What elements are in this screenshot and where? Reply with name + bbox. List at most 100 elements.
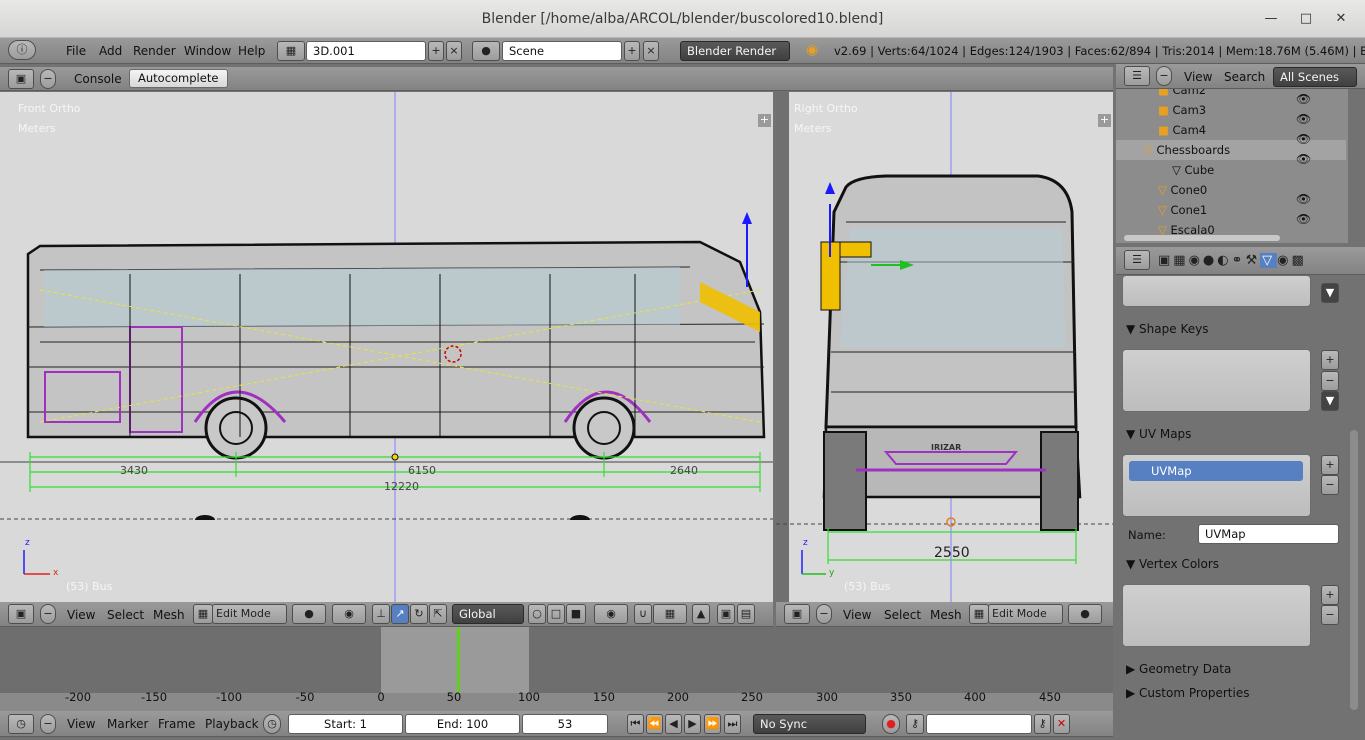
add-shape-key-icon[interactable]: + (1321, 350, 1339, 370)
editor-type-console-icon[interactable]: ▣ (8, 69, 34, 89)
play-reverse-icon[interactable]: ◀ (665, 714, 682, 734)
properties-context-tabs[interactable]: ▣▦◉●◐⚭⚒ ▽ ◉▩ (1158, 250, 1362, 272)
editor-type-3dview-icon[interactable]: ▣ (784, 604, 810, 624)
collapse-menu-icon[interactable]: − (40, 69, 56, 89)
keying-set-field[interactable] (926, 714, 1032, 734)
outliner-row[interactable]: ■ Cam2 (1116, 89, 1346, 100)
add-uv-map-icon[interactable]: + (1321, 455, 1339, 475)
menu-select[interactable]: Select (884, 608, 921, 622)
visibility-eye-icon[interactable]: 👁 👁 👁 👁 👁 👁 (1296, 89, 1311, 243)
editor-type-outliner-icon[interactable]: ☰ (1124, 66, 1150, 86)
render-still-icon[interactable]: ▣ (717, 604, 735, 624)
snap-toggle-icon[interactable]: ∪ (634, 604, 652, 624)
render-engine-select[interactable]: Blender Render (680, 41, 790, 61)
remove-scene-icon[interactable]: × (643, 41, 659, 61)
jump-start-icon[interactable]: ⏮ (627, 714, 644, 734)
remove-uv-map-icon[interactable]: − (1321, 475, 1339, 495)
outliner-row[interactable]: ▽ Chessboards (1116, 140, 1346, 160)
editor-type-timeline-icon[interactable]: ◷ (8, 714, 34, 734)
panel-uv-maps[interactable]: ▼ UV Maps (1116, 423, 1342, 445)
remove-shape-key-icon[interactable]: − (1321, 371, 1339, 391)
vertex-select-icon[interactable]: ○ (528, 604, 546, 624)
auto-keying-record-icon[interactable]: ● (882, 714, 900, 734)
prev-keyframe-icon[interactable]: ⏪ (646, 714, 663, 734)
current-frame-marker[interactable] (457, 627, 460, 693)
properties-scrollbar[interactable] (1350, 430, 1358, 710)
panel-custom-properties[interactable]: ▶ Custom Properties (1116, 682, 1342, 704)
menu-marker[interactable]: Marker (107, 717, 148, 731)
menu-select[interactable]: Select (107, 608, 144, 622)
menu-add[interactable]: Add (99, 44, 122, 58)
tool-shelf-toggle-icon[interactable]: + (758, 114, 771, 127)
shape-keys-list[interactable] (1122, 349, 1311, 412)
menu-view[interactable]: View (1184, 70, 1212, 84)
outliner-row[interactable]: ■ Cam3 (1116, 100, 1346, 120)
menu-view[interactable]: View (843, 608, 871, 622)
translate-manipulator-icon[interactable]: ↗ (391, 604, 409, 624)
screen-layout-field[interactable]: 3D.001 (306, 41, 426, 61)
mode-select[interactable]: Edit Mode (988, 604, 1063, 624)
console-label[interactable]: Console (74, 72, 122, 86)
menu-mesh[interactable]: Mesh (930, 608, 962, 622)
mode-select[interactable]: Edit Mode (212, 604, 287, 624)
outliner-scrollbar[interactable] (1124, 235, 1280, 241)
menu-search[interactable]: Search (1224, 70, 1265, 84)
edit-mode-icon[interactable]: ▦ (193, 604, 213, 624)
keying-set-icon[interactable]: ⚷ (906, 714, 924, 734)
uv-map-name-field[interactable]: UVMap (1198, 524, 1339, 544)
delete-keyframe-icon[interactable]: ✕ (1053, 714, 1070, 734)
viewport-right[interactable]: Right Ortho Meters (53) Bus 2550 IRIZAR … (776, 92, 1113, 602)
insert-keyframe-icon[interactable]: ⚷ (1034, 714, 1051, 734)
manipulator-toggle-icon[interactable]: ⊥ (372, 604, 390, 624)
rotate-manipulator-icon[interactable]: ↻ (410, 604, 428, 624)
collapse-menu-icon[interactable]: − (40, 714, 56, 734)
editor-type-properties-icon[interactable]: ☰ (1124, 250, 1150, 270)
panel-vertex-colors[interactable]: ▼ Vertex Colors (1116, 553, 1342, 575)
autocomplete-button[interactable]: Autocomplete (129, 69, 228, 88)
vertex-colors-list[interactable] (1122, 584, 1311, 647)
current-frame-field[interactable]: 53 (522, 714, 608, 734)
outliner-row[interactable]: ▽ Cube (1116, 160, 1346, 180)
uv-maps-list[interactable]: UVMap (1122, 454, 1311, 517)
jump-end-icon[interactable]: ⏭ (724, 714, 741, 734)
outliner-row[interactable]: ▽ Cone0 (1116, 180, 1346, 200)
menu-frame[interactable]: Frame (158, 717, 195, 731)
menu-playback[interactable]: Playback (205, 717, 259, 731)
panel-geometry-data[interactable]: ▶ Geometry Data (1116, 658, 1342, 680)
list-menu-icon[interactable]: ▼ (1321, 391, 1339, 411)
edge-select-icon[interactable]: □ (547, 604, 565, 624)
scale-manipulator-icon[interactable]: ⇱ (429, 604, 447, 624)
mesh-data-tab-icon[interactable]: ▽ (1260, 253, 1278, 268)
menu-mesh[interactable]: Mesh (153, 608, 185, 622)
snap-element-icon[interactable]: ▦ (653, 604, 687, 624)
render-animation-icon[interactable]: ▤ (737, 604, 755, 624)
play-icon[interactable]: ▶ (684, 714, 701, 734)
scene-icon[interactable]: ● (472, 41, 500, 61)
remove-vertex-color-icon[interactable]: − (1321, 605, 1339, 625)
pivot-point-icon[interactable]: ◉ (332, 604, 366, 624)
sync-mode-select[interactable]: No Sync (753, 714, 866, 734)
viewport-shading-icon[interactable]: ● (292, 604, 326, 624)
outliner-row[interactable]: ■ Cam4 (1116, 120, 1346, 140)
menu-view[interactable]: View (67, 717, 95, 731)
viewport-shading-icon[interactable]: ● (1068, 604, 1102, 624)
remove-screen-icon[interactable]: × (446, 41, 462, 61)
edit-mode-icon[interactable]: ▦ (969, 604, 989, 624)
preview-range-icon[interactable]: ◷ (263, 714, 281, 734)
collapse-menu-icon[interactable]: − (1156, 66, 1172, 86)
menu-render[interactable]: Render (133, 44, 176, 58)
end-frame-field[interactable]: End: 100 (405, 714, 520, 734)
add-vertex-color-icon[interactable]: + (1321, 585, 1339, 605)
menu-view[interactable]: View (67, 608, 95, 622)
maximize-icon[interactable]: □ (1297, 10, 1315, 28)
panel-shape-keys[interactable]: ▼ Shape Keys (1116, 318, 1342, 340)
render-preview-icon[interactable]: ▲ (692, 604, 710, 624)
proportional-edit-icon[interactable]: ◉ (594, 604, 628, 624)
outliner-row[interactable]: ▽ Cone1 (1116, 200, 1346, 220)
face-select-icon[interactable]: ■ (566, 604, 586, 624)
add-screen-icon[interactable]: + (428, 41, 444, 61)
editor-type-3dview-icon[interactable]: ▣ (8, 604, 34, 624)
close-icon[interactable]: ✕ (1332, 10, 1350, 28)
add-scene-icon[interactable]: + (624, 41, 640, 61)
properties-toggle-icon[interactable]: + (1098, 114, 1111, 127)
